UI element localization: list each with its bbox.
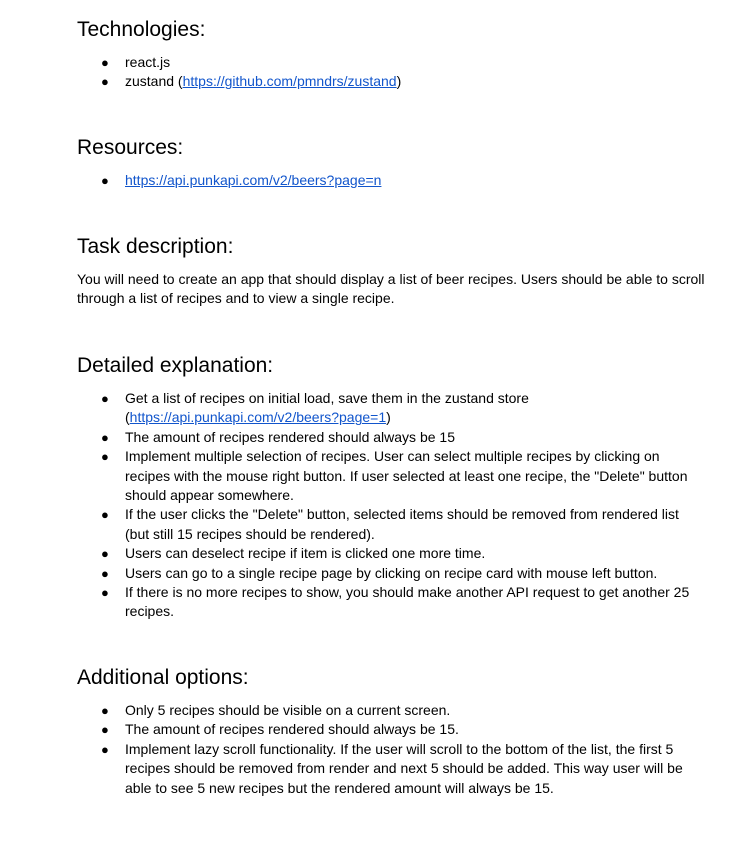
list-item: ● Only 5 recipes should be visible on a … xyxy=(0,701,705,720)
list-item-text: If there is no more recipes to show, you… xyxy=(125,584,690,620)
list-item: ● Users can deselect recipe if item is c… xyxy=(0,544,705,563)
bullet-icon: ● xyxy=(101,722,109,738)
bullet-icon: ● xyxy=(101,565,109,581)
list-item: ● Get a list of recipes on initial load,… xyxy=(0,389,705,428)
bullet-icon: ● xyxy=(101,546,109,562)
list-item-suffix: ) xyxy=(396,73,402,90)
list-item-text: Implement lazy scroll functionality. If … xyxy=(125,740,683,796)
list-item-text: Implement multiple selection of recipes.… xyxy=(125,448,688,504)
technologies-heading: Technologies: xyxy=(77,18,206,41)
bullet-icon: ● xyxy=(101,173,109,188)
list-item: ● The amount of recipes rendered should … xyxy=(0,720,705,739)
bullet-icon: ● xyxy=(101,585,109,601)
bullet-icon: ● xyxy=(101,55,109,70)
detailed-explanation-heading: Detailed explanation: xyxy=(77,354,274,377)
list-item: ● react.js xyxy=(0,53,705,72)
list-item-text: react.js xyxy=(125,54,171,70)
additional-options-list: ● Only 5 recipes should be visible on a … xyxy=(0,701,755,798)
list-item-text: Get a list of recipes on initial load, s… xyxy=(125,390,529,406)
additional-options-heading: Additional options: xyxy=(77,666,249,689)
bullet-icon: ● xyxy=(101,449,109,465)
list-item: ● If there is no more recipes to show, y… xyxy=(0,583,705,622)
list-item: ● Implement multiple selection of recipe… xyxy=(0,447,705,505)
list-item-prefix: zustand ( xyxy=(125,73,183,90)
list-item-text: Users can go to a single recipe page by … xyxy=(125,564,658,581)
bullet-icon: ● xyxy=(101,391,109,406)
punkapi-page1-link[interactable]: https://api.punkapi.com/v2/beers?page=1 xyxy=(130,409,386,425)
list-item-text: The amount of recipes rendered should al… xyxy=(125,721,459,738)
bullet-icon: ● xyxy=(101,741,109,757)
list-item: ● The amount of recipes rendered should … xyxy=(0,428,705,447)
list-item: ● If the user clicks the "Delete" button… xyxy=(0,505,705,544)
list-item: ● https://api.punkapi.com/v2/beers?page=… xyxy=(0,171,705,190)
punkapi-beers-link[interactable]: https://api.punkapi.com/v2/beers?page=n xyxy=(125,172,381,188)
task-description-text: You will need to create an app that shou… xyxy=(77,271,705,307)
resources-list: ● https://api.punkapi.com/v2/beers?page=… xyxy=(0,171,755,190)
list-item-text: The amount of recipes rendered should al… xyxy=(125,428,455,445)
technologies-list: ● react.js ● zustand (https://github.com… xyxy=(0,53,755,92)
task-description-heading: Task description: xyxy=(77,235,234,258)
zustand-github-link[interactable]: https://github.com/pmndrs/zustand xyxy=(183,73,397,89)
bullet-icon: ● xyxy=(101,507,109,523)
list-item: ● Implement lazy scroll functionality. I… xyxy=(0,740,705,798)
detailed-explanation-list: ● Get a list of recipes on initial load,… xyxy=(0,389,755,622)
list-item: ● zustand (https://github.com/pmndrs/zus… xyxy=(0,72,705,91)
list-item-suffix: ) xyxy=(386,409,391,426)
list-item-text: Only 5 recipes should be visible on a cu… xyxy=(125,702,451,718)
list-item-text: Users can deselect recipe if item is cli… xyxy=(125,545,486,562)
list-item-text: If the user clicks the "Delete" button, … xyxy=(125,506,679,542)
list-item: ● Users can go to a single recipe page b… xyxy=(0,564,705,583)
document-page: Technologies: ● react.js ● zustand (http… xyxy=(0,0,755,844)
bullet-icon: ● xyxy=(101,703,109,718)
bullet-icon: ● xyxy=(101,74,109,90)
bullet-icon: ● xyxy=(101,429,109,445)
resources-heading: Resources: xyxy=(77,136,184,159)
